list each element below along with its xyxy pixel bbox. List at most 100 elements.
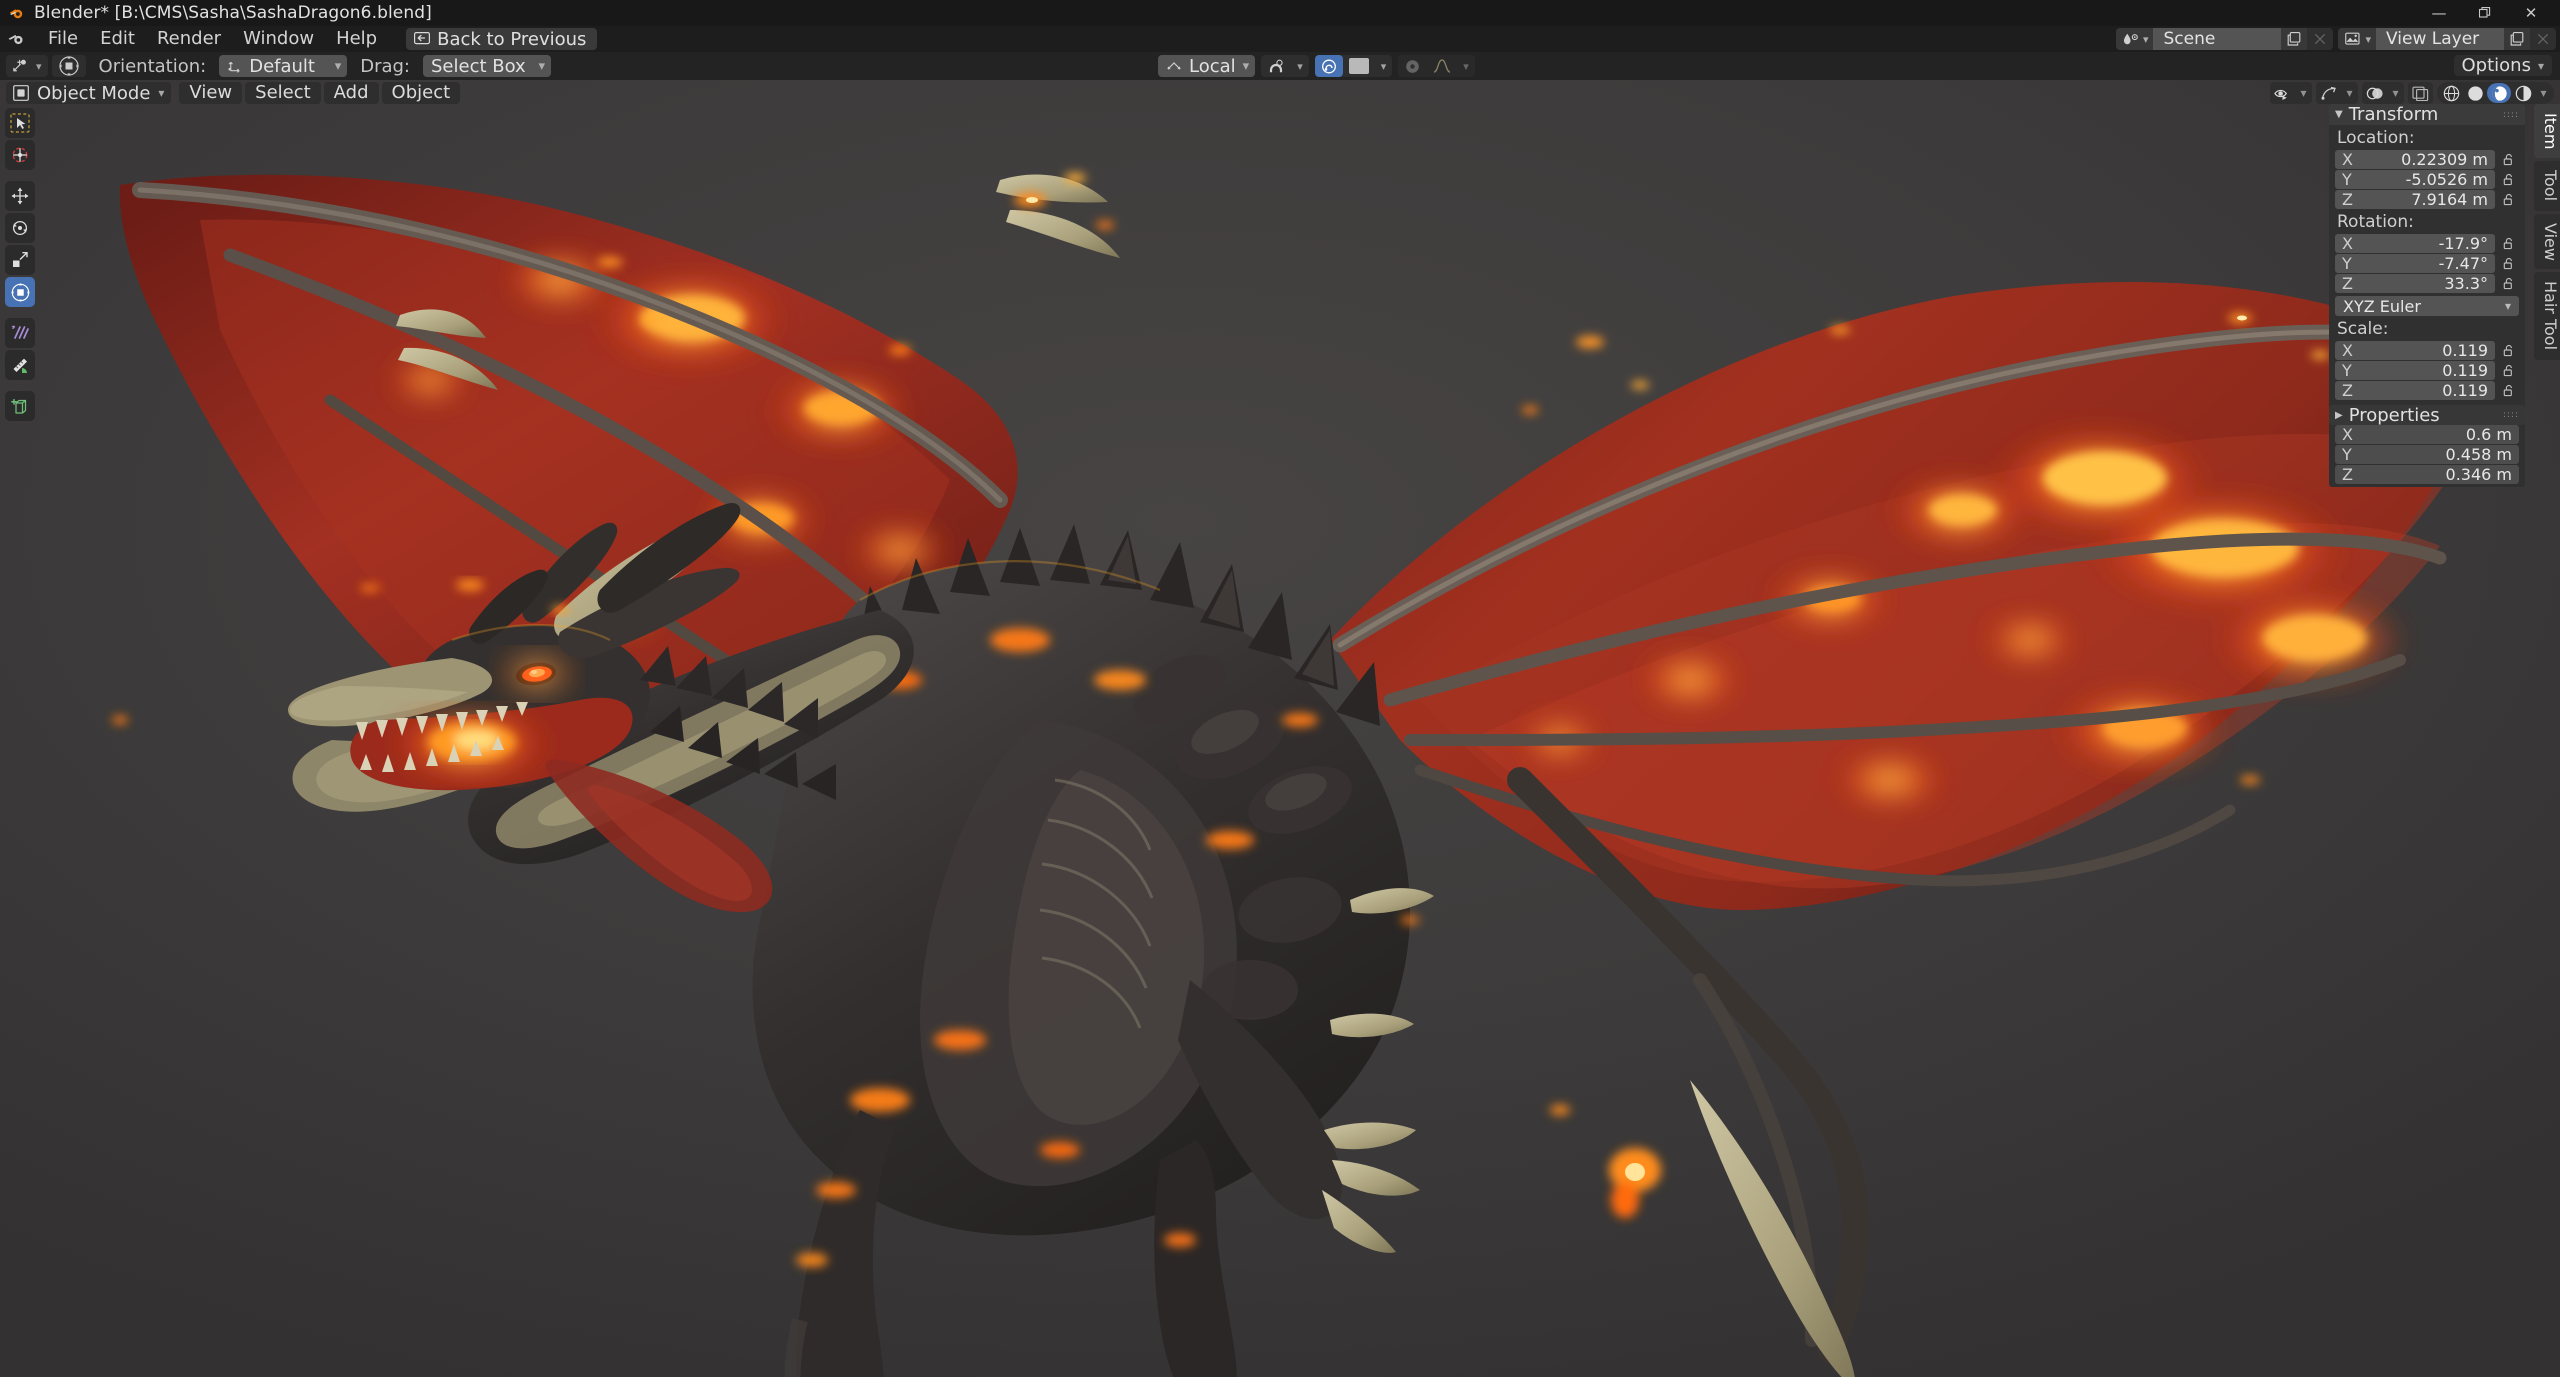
overlays-chevron-icon[interactable]: ▾: [2387, 82, 2404, 104]
tweak-select-box-tool[interactable]: [5, 108, 35, 138]
snap-chevron-icon[interactable]: ▾: [1291, 55, 1309, 77]
toggle-xray-button[interactable]: [2408, 82, 2433, 104]
falloff-color-swatch[interactable]: [1343, 55, 1375, 77]
proportional-edit-toggle[interactable]: [1314, 55, 1343, 77]
dimensions-z-field[interactable]: Z 0.346 m: [2335, 465, 2519, 484]
menu-file[interactable]: File: [37, 28, 89, 50]
maximize-button[interactable]: [2462, 0, 2508, 26]
rendered-shading-button[interactable]: [2511, 83, 2535, 103]
new-view-layer-button[interactable]: [2504, 28, 2530, 50]
scene-name[interactable]: Scene: [2153, 28, 2282, 50]
falloff-curve-chevron-icon[interactable]: ▾: [1457, 55, 1475, 77]
interaction-mode-dropdown[interactable]: Object Mode ▾: [6, 82, 172, 104]
view-layer-selector[interactable]: ▾ View Layer: [2338, 28, 2556, 50]
orientation-dropdown[interactable]: Default ▾: [219, 55, 348, 77]
back-to-previous-button[interactable]: Back to Previous: [406, 28, 598, 50]
viewport-menu-add[interactable]: Add: [323, 82, 379, 104]
snap-magnet-icon-button[interactable]: [1261, 55, 1291, 77]
wireframe-shading-button[interactable]: [2439, 83, 2463, 103]
lock-rotation-z-icon[interactable]: [2499, 274, 2519, 293]
cursor-tool[interactable]: [5, 140, 35, 170]
gizmo-chevron-icon[interactable]: ▾: [2341, 82, 2358, 104]
rotation-fields-row: X -17.9° Y -7.47° Z 33.3°: [2329, 234, 2525, 293]
delete-scene-button[interactable]: [2307, 28, 2334, 50]
menu-edit[interactable]: Edit: [89, 28, 146, 50]
dimensions-x-field[interactable]: X 0.6 m: [2335, 425, 2519, 444]
material-preview-shading-button[interactable]: [2487, 83, 2511, 103]
scale-tool[interactable]: [5, 245, 35, 275]
lock-location-x-icon[interactable]: [2499, 150, 2519, 169]
expand-triangle-right-icon[interactable]: ▶: [2335, 410, 2343, 421]
new-scene-button[interactable]: [2281, 28, 2308, 50]
scale-x-field[interactable]: X 0.119: [2335, 341, 2495, 360]
viewport-menu-view[interactable]: View: [179, 82, 243, 104]
lock-scale-y-icon[interactable]: [2499, 361, 2519, 380]
lock-scale-x-icon[interactable]: [2499, 341, 2519, 360]
location-z-field[interactable]: Z 7.9164 m: [2335, 190, 2495, 209]
view-layer-icon[interactable]: ▾: [2338, 28, 2376, 50]
annotate-tool[interactable]: [5, 318, 35, 348]
chevron-down-icon: ▾: [538, 58, 545, 74]
falloff-curve-icon-button[interactable]: [1427, 55, 1457, 77]
scene-selector[interactable]: ▾ Scene: [2115, 28, 2334, 50]
scale-y-field[interactable]: Y 0.119: [2335, 361, 2495, 380]
active-tool-icon-button[interactable]: ▾: [6, 55, 48, 77]
close-button[interactable]: ✕: [2508, 0, 2554, 26]
transform-space-dropdown[interactable]: Local ▾: [1158, 55, 1256, 77]
viewport-menu-select[interactable]: Select: [245, 82, 321, 104]
sidebar-tab-tool[interactable]: Tool: [2534, 161, 2560, 211]
measure-tool[interactable]: [5, 350, 35, 380]
gizmo-icon-button[interactable]: [2316, 82, 2341, 104]
scene-icon[interactable]: ▾: [2115, 28, 2154, 50]
orientation-label: Orientation:: [98, 55, 207, 77]
solid-shading-button[interactable]: [2463, 83, 2487, 103]
rotation-mode-dropdown[interactable]: XYZ Euler ▾: [2335, 296, 2519, 316]
visibility-chevron-icon[interactable]: ▾: [2295, 82, 2312, 104]
transform-tool[interactable]: [5, 277, 35, 307]
rotate-tool[interactable]: [5, 213, 35, 243]
lock-rotation-y-icon[interactable]: [2499, 254, 2519, 273]
rotation-y-field[interactable]: Y -7.47°: [2335, 254, 2495, 273]
drag-dropdown[interactable]: Select Box ▾: [423, 55, 551, 77]
panel-drag-grip-icon[interactable]: ::::: [2503, 110, 2519, 119]
lock-scale-z-icon[interactable]: [2499, 381, 2519, 400]
rotation-x-field[interactable]: X -17.9°: [2335, 234, 2495, 253]
sidebar-tab-item[interactable]: Item: [2534, 104, 2560, 159]
lock-location-z-icon[interactable]: [2499, 190, 2519, 209]
add-cube-tool[interactable]: [5, 391, 35, 421]
minimize-button[interactable]: —: [2416, 0, 2462, 26]
view-layer-name[interactable]: View Layer: [2376, 28, 2504, 50]
object-mode-icon: [13, 85, 29, 101]
move-tool[interactable]: [5, 181, 35, 211]
rotation-z-field[interactable]: Z 33.3°: [2335, 274, 2495, 293]
falloff-chevron-icon[interactable]: ▾: [1375, 55, 1393, 77]
lock-rotation-x-icon[interactable]: [2499, 234, 2519, 253]
options-dropdown[interactable]: Options ▾: [2453, 55, 2552, 76]
sidebar-tab-view[interactable]: View: [2534, 213, 2560, 270]
3d-viewport[interactable]: [0, 80, 2560, 1377]
blender-menu-icon[interactable]: [8, 32, 25, 47]
location-y-field[interactable]: Y -5.0526 m: [2335, 170, 2495, 189]
collapse-triangle-down-icon[interactable]: ▼: [2335, 109, 2343, 120]
viewport-menu-object[interactable]: Object: [381, 82, 461, 104]
overlays-icon-button[interactable]: [2362, 82, 2387, 104]
proportional-connected-toggle[interactable]: [1398, 55, 1427, 77]
delete-view-layer-button[interactable]: [2530, 28, 2556, 50]
menu-help[interactable]: Help: [325, 28, 388, 50]
sidebar-tab-hair-tool[interactable]: Hair Tool: [2534, 272, 2560, 360]
panel-drag-grip-icon[interactable]: ::::: [2503, 411, 2519, 420]
dimensions-y-field[interactable]: Y 0.458 m: [2335, 445, 2519, 464]
menu-render[interactable]: Render: [146, 28, 232, 50]
location-x-field[interactable]: X 0.22309 m: [2335, 150, 2495, 169]
transform-panel-header[interactable]: ▼ Transform ::::: [2329, 104, 2525, 125]
axis-label-y: Y: [2342, 170, 2352, 189]
shading-chevron-icon[interactable]: ▾: [2535, 82, 2552, 104]
overlays-group: ▾: [2362, 82, 2404, 104]
transform-gizmo-icon-button[interactable]: [51, 55, 86, 77]
object-visibility-icon-button[interactable]: [2270, 82, 2295, 104]
menu-window[interactable]: Window: [232, 28, 325, 50]
scale-z-field[interactable]: Z 0.119: [2335, 381, 2495, 400]
rotation-mode-value: XYZ Euler: [2343, 296, 2421, 316]
lock-location-y-icon[interactable]: [2499, 170, 2519, 189]
sidebar-properties-panel-header[interactable]: ▶ Properties ::::: [2329, 405, 2525, 426]
